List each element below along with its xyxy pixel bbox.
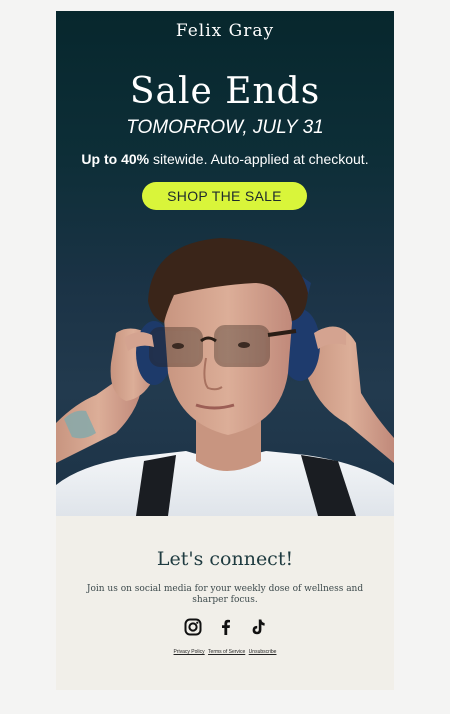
offer-discount: Up to 40%	[81, 151, 150, 167]
footer-title: Let's connect!	[156, 548, 294, 570]
offer-details: sitewide. Auto-applied at checkout.	[149, 151, 369, 167]
footer-description: Join us on social media for your weekly …	[86, 584, 364, 605]
brand-logo[interactable]: Felix Gray	[56, 21, 394, 41]
terms-of-service-link[interactable]: Terms of Service	[208, 649, 245, 655]
facebook-icon[interactable]	[216, 618, 236, 638]
social-links	[56, 618, 394, 638]
tiktok-icon[interactable]	[248, 618, 268, 638]
hero-banner: Felix Gray Sale Ends TOMORROW, JULY 31 U…	[56, 11, 394, 516]
hero-photo[interactable]	[56, 223, 394, 516]
privacy-policy-link[interactable]: Privacy Policy	[174, 649, 205, 655]
unsubscribe-link[interactable]: Unsubscribe	[249, 649, 277, 655]
sale-headline: Sale Ends	[129, 71, 321, 112]
shop-the-sale-button[interactable]: SHOP THE SALE	[142, 182, 307, 210]
legal-links: Privacy Policy Terms of Service Unsubscr…	[56, 649, 394, 655]
offer-text: Up to 40% sitewide. Auto-applied at chec…	[56, 151, 394, 167]
sale-end-date: TOMORROW, JULY 31	[126, 117, 324, 138]
instagram-icon[interactable]	[183, 618, 203, 638]
email-container: Felix Gray Sale Ends TOMORROW, JULY 31 U…	[56, 11, 394, 690]
